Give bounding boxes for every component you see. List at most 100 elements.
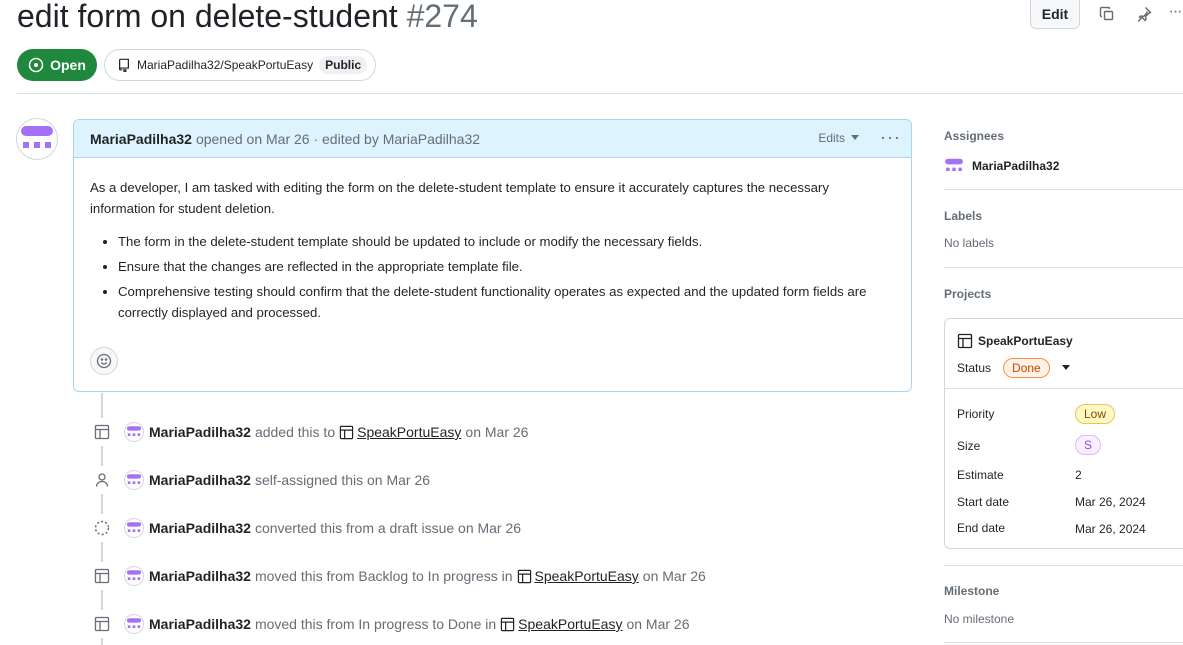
comment-header: MariaPadilha32 opened on Mar 26 · edited… [74,120,911,158]
state-badge-open: Open [17,49,97,81]
edits-dropdown[interactable]: Edits [818,131,859,145]
project-card: SpeakPortuEasy Status Done Priority Low … [944,318,1183,549]
author-avatar[interactable] [16,118,58,160]
sidebar-divider [944,267,1183,268]
smiley-icon [96,353,112,369]
milestone-empty: No milestone [944,612,1015,626]
project-status-row: Status Done [957,358,1070,378]
milestone-section: Milestone No milestone [944,584,1183,626]
labels-heading[interactable]: Labels [944,209,1183,223]
status-label: Status [957,361,992,375]
table-icon [88,562,116,590]
project-card-name: SpeakPortuEasy [978,334,1073,348]
timeline-event: MariaPadilha32 added this to SpeakPortuE… [88,418,529,446]
timeline-event: MariaPadilha32 moved this from Backlog t… [88,562,706,590]
sidebar-divider [944,642,1183,643]
event-actor-link[interactable]: MariaPadilha32 [149,520,251,536]
project-link[interactable]: SpeakPortuEasy [517,568,639,584]
add-reaction-button[interactable] [90,347,118,375]
event-text: moved this from In progress to Done in [254,616,497,632]
field-label: Estimate [957,468,1004,482]
avatar[interactable] [124,470,144,490]
edits-label: Edits [818,131,845,145]
priority-field[interactable]: Low [1075,404,1116,424]
list-item: The form in the delete-student template … [118,231,895,252]
avatar[interactable] [124,614,144,634]
comment-menu-icon[interactable]: ··· [880,128,901,146]
labels-empty: No labels [944,236,995,250]
projects-heading[interactable]: Projects [944,287,1183,301]
pin-icon[interactable] [1134,4,1154,24]
project-card-title[interactable]: SpeakPortuEasy [957,333,1073,349]
avatar[interactable] [124,422,144,442]
event-actor-link[interactable]: MariaPadilha32 [149,424,251,440]
event-text: on Mar 26 [465,424,529,440]
assignees-heading[interactable]: Assignees [944,129,1183,143]
event-text: converted this from a draft issue on Mar… [254,520,522,536]
table-icon [88,610,116,638]
event-actor-link[interactable]: MariaPadilha32 [149,472,251,488]
size-field[interactable]: S [1075,435,1102,455]
event-actor-link[interactable]: MariaPadilha32 [149,568,251,584]
start-date-value[interactable]: Mar 26, 2024 [1075,495,1146,509]
comment-meta: opened on Mar 26 · edited by MariaPadilh… [195,130,481,147]
triangle-down-icon[interactable] [1061,365,1070,371]
repo-icon [119,58,129,72]
comment-bullet-list: The form in the delete-student template … [90,231,895,323]
projects-section: Projects [944,287,1183,301]
issue-opened-icon [28,57,44,73]
copy-icon[interactable] [1097,4,1117,24]
sidebar-divider [944,189,1183,190]
event-actor-link[interactable]: MariaPadilha32 [149,616,251,632]
event-text: moved this from Backlog to In progress i… [254,568,513,584]
project-link-label: SpeakPortuEasy [518,616,623,632]
table-icon [339,425,354,439]
status-badge[interactable]: Done [1003,358,1050,378]
avatar[interactable] [124,566,144,586]
comment-body: As a developer, I am tasked with editing… [74,158,911,323]
size-badge: S [1075,435,1102,455]
field-label: Priority [957,407,995,421]
assignees-section: Assignees MariaPadilha32 [944,129,1183,176]
assignee-item[interactable]: MariaPadilha32 [944,156,1183,176]
state-label: Open [50,57,86,73]
field-label: Size [957,439,981,453]
avatar[interactable] [124,518,144,538]
assignee-name: MariaPadilha32 [972,159,1060,173]
project-link[interactable]: SpeakPortuEasy [500,616,622,632]
event-text: on Mar 26 [642,568,706,584]
person-icon [88,466,116,494]
table-icon [500,617,515,631]
issue-title-text: edit form on delete-student [17,0,398,34]
milestone-heading[interactable]: Milestone [944,584,1183,598]
list-item: Ensure that the changes are reflected in… [118,256,895,277]
event-text: added this to [254,424,336,440]
comment-paragraph: As a developer, I am tasked with editing… [90,180,829,216]
end-date-value[interactable]: Mar 26, 2024 [1075,522,1146,536]
issue-title: edit form on delete-student #274 [17,0,478,35]
estimate-value[interactable]: 2 [1075,468,1082,482]
timeline-event: MariaPadilha32 moved this from In progre… [88,610,690,638]
repo-name: MariaPadilha32/SpeakPortuEasy [137,58,314,72]
list-item: Comprehensive testing should confirm tha… [118,281,895,323]
comment-author-link[interactable]: MariaPadilha32 [90,131,192,147]
edit-title-button[interactable]: Edit [1030,0,1080,29]
project-link-label: SpeakPortuEasy [357,424,462,440]
field-label: End date [957,521,1006,535]
sidebar-divider [944,565,1183,566]
triangle-down-icon [851,135,859,140]
labels-section: Labels No labels [944,209,1183,250]
timeline-event: MariaPadilha32 converted this from a dra… [88,514,525,542]
table-icon [88,418,116,446]
priority-badge: Low [1075,404,1116,424]
avatar [945,158,963,171]
project-link[interactable]: SpeakPortuEasy [339,424,461,440]
project-card-divider [945,388,1183,389]
draft-issue-icon [88,514,116,542]
timeline-event: MariaPadilha32 self-assigned this on Mar… [88,466,434,494]
field-label: Start date [957,495,1010,509]
kebab-horizontal-icon[interactable]: ··· [1166,2,1183,22]
repo-chip[interactable]: MariaPadilha32/SpeakPortuEasy Public [104,49,377,81]
event-text: self-assigned this on Mar 26 [254,472,431,488]
issue-body-comment: MariaPadilha32 opened on Mar 26 · edited… [73,119,912,392]
